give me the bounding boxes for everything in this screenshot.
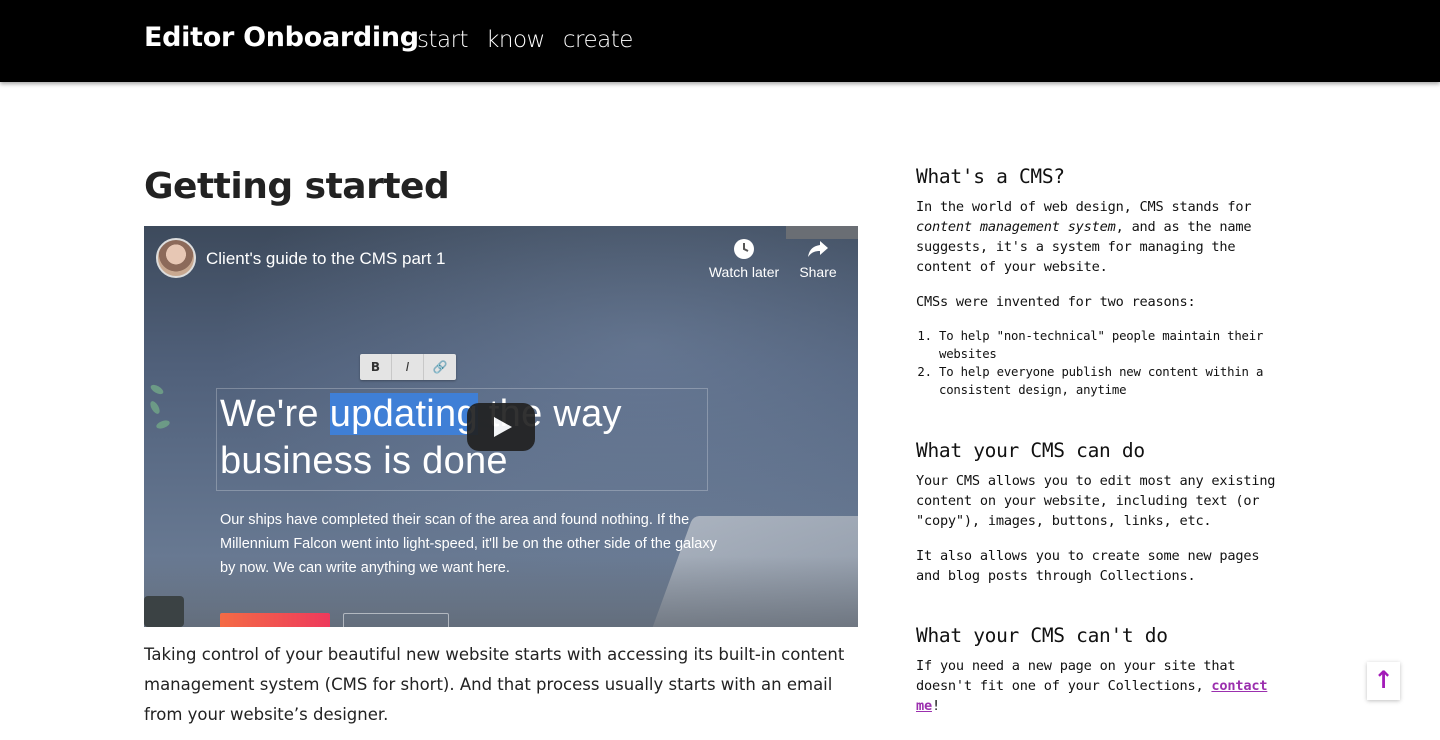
bold-icon: B	[360, 354, 392, 380]
sidebar-paragraph: It also allows you to create some new pa…	[916, 548, 1260, 584]
sidebar-heading-what-is-cms: What's a CMS?	[916, 165, 1065, 188]
video-title[interactable]: Client's guide to the CMS part 1	[206, 249, 445, 269]
main-nav: start know create	[417, 27, 633, 53]
brand-link[interactable]: Editor Onboarding	[144, 22, 419, 53]
video-player[interactable]: Client's guide to the CMS part 1 Watch l…	[144, 226, 858, 627]
emphasis: content management system	[916, 219, 1116, 235]
sidebar-heading-can-do: What your CMS can do	[916, 439, 1145, 462]
video-secondary-button	[343, 613, 449, 627]
channel-avatar[interactable]	[156, 238, 196, 278]
text: If you need a new page on your site that…	[916, 658, 1236, 694]
sidebar-heading-cant-do: What your CMS can't do	[916, 624, 1168, 647]
watch-later-label: Watch later	[708, 264, 780, 280]
editor-toolbar: B I 🔗	[360, 354, 456, 380]
sidebar-paragraph: Your CMS allows you to edit most any exi…	[916, 473, 1276, 529]
text: !	[931, 698, 940, 714]
nav-create[interactable]: create	[563, 27, 634, 53]
play-button[interactable]	[467, 403, 535, 451]
sidebar-paragraph: In the world of web design, CMS stands f…	[916, 197, 1276, 277]
video-body-copy: Our ships have completed their scan of t…	[220, 512, 717, 576]
share-label: Share	[799, 264, 837, 280]
page-title: Getting started	[144, 166, 450, 207]
share-icon	[778, 238, 858, 264]
video-cta-button	[220, 613, 330, 627]
sidebar-paragraph: If you need a new page on your site that…	[916, 656, 1276, 716]
link-icon: 🔗	[432, 360, 448, 374]
lead-paragraph: Taking control of your beautiful new web…	[144, 645, 845, 724]
list-item: To help "non-technical" people maintain …	[939, 327, 1276, 363]
nav-know[interactable]: know	[486, 27, 545, 53]
share-button[interactable]: Share	[778, 238, 858, 280]
text: In the world of web design, CMS stands f…	[916, 199, 1252, 215]
italic-icon: I	[392, 354, 424, 380]
list-item: To help everyone publish new content wit…	[939, 363, 1276, 399]
site-header: Editor Onboarding start know create	[0, 0, 1440, 82]
back-to-top-button[interactable]: ↑	[1367, 662, 1400, 700]
reasons-list: To help "non-technical" people maintain …	[916, 327, 1276, 399]
clock-icon	[704, 238, 784, 264]
headline-text: We're	[220, 393, 330, 435]
headline-line2: business is done	[220, 440, 508, 482]
watch-later-button[interactable]: Watch later	[704, 238, 784, 280]
nav-start[interactable]: start	[417, 27, 469, 53]
video-plant-pot	[144, 596, 184, 627]
headline-highlight: updating	[329, 393, 478, 435]
video-headline: We're updating the way business is done	[220, 391, 622, 485]
arrow-up-icon: ↑	[1373, 666, 1394, 694]
sidebar: What's a CMS? In the world of web design…	[916, 165, 1276, 731]
sidebar-paragraph: CMSs were invented for two reasons:	[916, 294, 1196, 310]
